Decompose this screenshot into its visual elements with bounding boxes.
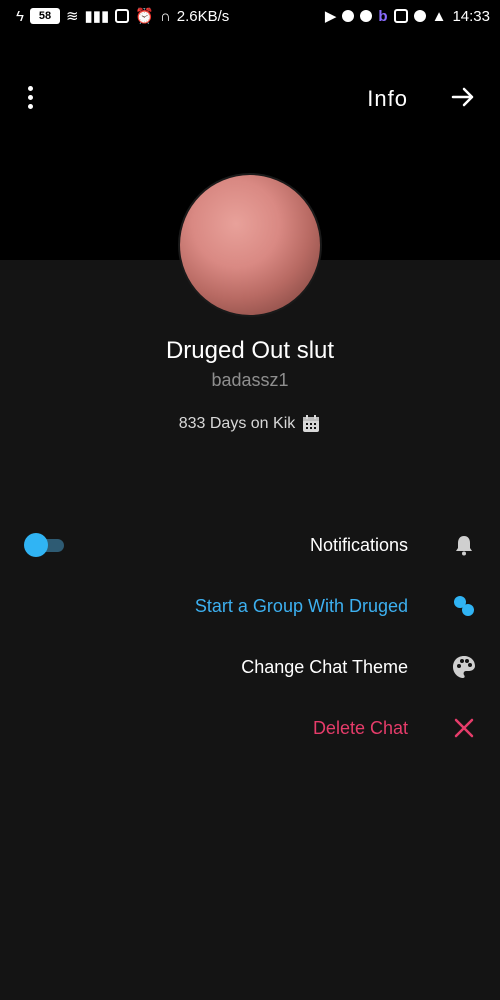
location-icon-2: [342, 10, 355, 22]
status-icon-a: ▲: [431, 7, 447, 25]
delete-chat-label: Delete Chat: [312, 717, 408, 738]
profile-name: Druged Out slut: [165, 337, 335, 364]
signal-icon: ▮▮▮: [84, 8, 110, 25]
youtube-icon: ▶: [324, 8, 337, 25]
charging-icon: ϟ: [16, 7, 24, 25]
start-group-row[interactable]: Start a Group With Druged: [0, 581, 500, 631]
location-icon: [360, 10, 373, 22]
network-speed: 2.6KB/s: [176, 7, 230, 25]
days-on-kik: 833 Days on Kik: [0, 414, 500, 434]
close-icon: [450, 714, 478, 742]
battery-indicator: 58: [29, 8, 60, 24]
status-bar: 14:33 ▲ b ▶ 2.6KB/s ∩ ⏰ ▮▮▮ ≋ 58 ϟ: [0, 0, 500, 32]
avatar[interactable]: [180, 175, 320, 315]
page-title: Info: [367, 86, 408, 111]
change-theme-row[interactable]: Change Chat Theme: [0, 642, 500, 692]
notifications-toggle[interactable]: [24, 533, 66, 557]
nfc-icon: [115, 9, 130, 23]
delete-chat-row[interactable]: Delete Chat: [0, 703, 500, 753]
status-icon-d: b: [378, 7, 388, 25]
calendar-icon: [303, 415, 320, 432]
bell-icon: [450, 531, 478, 559]
headphones-icon: ∩: [159, 7, 171, 25]
group-icon: [450, 592, 478, 620]
start-group-label: Start a Group With Druged: [194, 595, 408, 616]
status-time: 14:33: [452, 7, 490, 25]
status-icon-c: [393, 9, 408, 23]
palette-icon: [450, 653, 478, 681]
days-text: 833 Days on Kik: [178, 415, 296, 432]
more-options-icon[interactable]: [20, 82, 40, 112]
notifications-label: Notifications: [309, 534, 408, 555]
alarm-icon: ⏰: [135, 8, 154, 25]
status-icon-b: [413, 10, 426, 22]
notifications-row[interactable]: Notifications: [0, 520, 500, 570]
profile-username: badassz1: [211, 370, 289, 390]
change-theme-label: Change Chat Theme: [241, 656, 408, 677]
wifi-icon: ≋: [65, 8, 79, 25]
back-arrow-icon[interactable]: [448, 82, 478, 112]
